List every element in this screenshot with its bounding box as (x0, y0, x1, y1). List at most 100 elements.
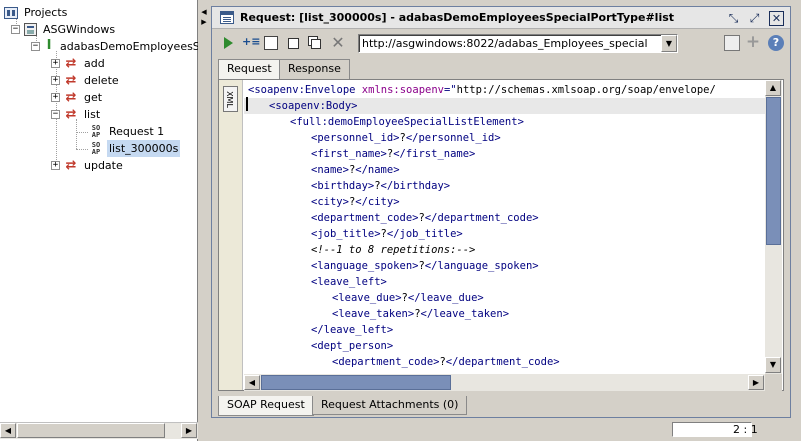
code-token: <department_code> (311, 212, 419, 224)
code-token: <job_title> (311, 228, 381, 240)
tree-request-list-300000s[interactable]: SO AP list_300000s (89, 140, 181, 157)
tab-response[interactable]: Response (279, 59, 350, 79)
window-layout-icon[interactable] (724, 35, 740, 51)
code-line: <leave_due>?</leave_due> (244, 290, 765, 306)
editor-horizontal-scrollbar[interactable]: ◀ ▶ (244, 374, 765, 391)
operation-icon: ⇄ (65, 157, 77, 173)
endpoint-url-select[interactable]: http://asgwindows:8022/adabas_Employees_… (358, 34, 678, 53)
tab-soap-request[interactable]: SOAP Request (218, 396, 314, 416)
close-icon[interactable]: ✕ (769, 11, 784, 26)
tree-operation-list[interactable]: − ⇄ list (51, 106, 102, 123)
code-token: <soapenv:Body> (269, 100, 358, 112)
operation-label: list (84, 108, 101, 121)
add-header-icon[interactable]: +≡ (242, 36, 260, 50)
scroll-thumb[interactable] (766, 97, 781, 245)
code-token: </leave_left> (311, 324, 394, 336)
tree-request-1[interactable]: SO AP Request 1 (89, 123, 166, 140)
text-caret (246, 97, 248, 111)
code-line: </leave_left> (244, 322, 765, 338)
xml-view-label: XML (224, 91, 234, 108)
code-token: <personnel_id> (311, 132, 400, 144)
tree-operation-get[interactable]: + ⇄ get (51, 89, 104, 106)
clone-icon[interactable] (311, 39, 321, 49)
code-line: <city>?</city> (244, 194, 765, 210)
tree-root-projects[interactable]: Projects (4, 4, 69, 21)
code-token: </job_title> (386, 228, 463, 240)
scroll-thumb[interactable] (17, 423, 165, 438)
code-line: <job_title>?</job_title> (244, 226, 765, 242)
tree-operation-update[interactable]: + ⇄ update (51, 157, 125, 174)
chevron-down-icon[interactable]: ▼ (661, 35, 677, 52)
tab-request-attachments[interactable]: Request Attachments (0) (312, 396, 468, 415)
project-tree: Projects − ASGWindows − I adabasDemoEmpl… (0, 0, 198, 422)
expand-right-icon[interactable]: ▶ (200, 18, 208, 26)
xml-view-toggle[interactable]: XML (223, 86, 238, 112)
code-token: </name> (355, 164, 400, 176)
restore-icon[interactable]: ⤡ (726, 11, 741, 26)
code-token: <leave_due> (332, 292, 402, 304)
code-token: <city> (311, 196, 349, 208)
scroll-left-icon[interactable]: ◀ (0, 423, 16, 438)
collapse-icon[interactable]: − (31, 42, 40, 51)
operation-label: add (84, 57, 105, 70)
window-titlebar[interactable]: Request: [list_300000s] - adabasDemoEmpl… (212, 7, 790, 29)
expand-icon[interactable]: + (51, 161, 60, 170)
operation-icon: ⇄ (65, 72, 77, 88)
scroll-down-icon[interactable]: ▼ (765, 357, 781, 373)
scroll-right-icon[interactable]: ▶ (748, 375, 764, 390)
collapse-left-icon[interactable]: ◀ (200, 8, 208, 16)
code-token: <soapenv:Envelope (248, 84, 362, 96)
scroll-right-icon[interactable]: ▶ (181, 423, 197, 438)
stop-icon[interactable] (288, 38, 299, 49)
expand-icon[interactable]: + (51, 76, 60, 85)
tree-project-asgwindows[interactable]: − ASGWindows (11, 21, 117, 38)
tree-root-label: Projects (24, 6, 68, 19)
help-icon[interactable]: ? (768, 35, 784, 51)
collapse-icon[interactable]: − (11, 25, 20, 34)
editor-vertical-scrollbar[interactable]: ▲ ▼ (765, 80, 782, 374)
code-token: </department_code> (445, 356, 560, 368)
xml-editor[interactable]: XML <soapenv:Envelope xmlns:soapenv="htt… (218, 79, 784, 391)
format-icon[interactable] (264, 36, 278, 50)
tree-project-label: ASGWindows (43, 23, 116, 36)
project-icon (24, 23, 37, 36)
code-token: <birthday> (311, 180, 375, 192)
scroll-up-icon[interactable]: ▲ (765, 80, 781, 96)
cursor-position: 2 : 1 (733, 423, 758, 436)
scroll-thumb[interactable] (261, 375, 451, 390)
tree-operation-delete[interactable]: + ⇄ delete (51, 72, 121, 89)
maximize-icon[interactable]: ⤢ (747, 11, 762, 26)
expand-icon[interactable]: + (51, 93, 60, 102)
code-token: <dept_person> (311, 340, 394, 352)
code-token: <first_name> (311, 148, 387, 160)
tree-operation-add[interactable]: + ⇄ add (51, 55, 107, 72)
scrollbar-corner (765, 374, 782, 391)
code-line: <dept_person> (244, 338, 765, 354)
request-window-icon (220, 11, 234, 24)
add-icon[interactable]: + (745, 34, 761, 51)
code-token: <!--1 to 8 repetitions:--> (311, 244, 476, 256)
code-token: </first_name> (393, 148, 476, 160)
request-toolbar: +≡ ✕ http://asgwindows:8022/adabas_Emplo… (212, 30, 790, 56)
xml-code-area[interactable]: <soapenv:Envelope xmlns:soapenv="http://… (244, 80, 765, 374)
code-token: <leave_taken> (332, 308, 415, 320)
expand-icon[interactable]: + (51, 59, 60, 68)
tree-interface[interactable]: − I adabasDemoEmployeesSpe (31, 38, 198, 55)
tree-horizontal-scrollbar[interactable]: ◀ ▶ (0, 422, 198, 439)
submit-request-icon[interactable] (224, 37, 233, 49)
code-token: =" (443, 84, 457, 96)
soap-request-icon: SO AP (91, 123, 101, 139)
tab-request[interactable]: Request (218, 59, 281, 80)
code-line: <soapenv:Envelope xmlns:soapenv="http://… (244, 82, 765, 98)
panel-splitter[interactable]: ◀ ▶ (198, 0, 210, 441)
collapse-icon[interactable]: − (51, 110, 60, 119)
operation-label: update (84, 159, 123, 172)
projects-icon (4, 6, 18, 19)
scroll-left-icon[interactable]: ◀ (244, 375, 260, 390)
endpoint-url-value: http://asgwindows:8022/adabas_Employees_… (362, 37, 648, 50)
code-line: <first_name>?</first_name> (244, 146, 765, 162)
cancel-icon[interactable]: ✕ (331, 35, 345, 51)
code-line: <leave_left> (244, 274, 765, 290)
code-token: <department_code> (332, 356, 440, 368)
soap-request-icon: SO AP (91, 140, 101, 156)
